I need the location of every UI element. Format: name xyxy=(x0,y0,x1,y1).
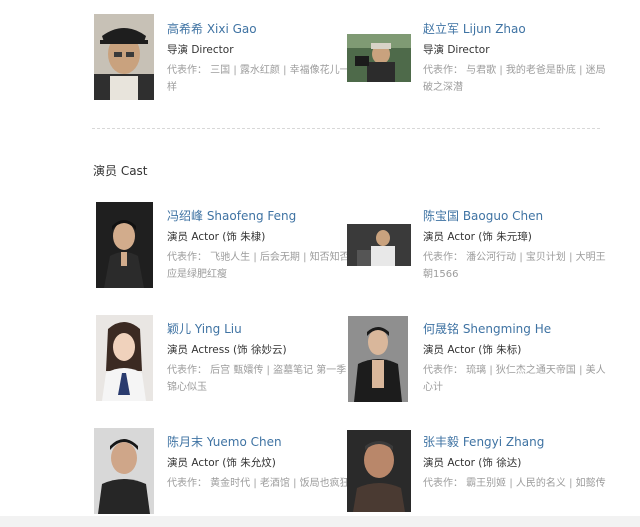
portrait-image xyxy=(347,34,411,82)
cast-works: 代表作： 霸王别姬 | 人民的名义 | 如懿传 xyxy=(423,478,606,489)
cast-name[interactable]: 陈月末 Yuemo Chen xyxy=(167,434,353,450)
portrait-image xyxy=(347,224,411,266)
cast-role: 演员 Actor (饰 朱棣) xyxy=(167,231,266,243)
cast-name[interactable]: 张丰毅 Fengyi Zhang xyxy=(423,434,609,450)
portrait-image xyxy=(348,316,408,402)
cast-role: 演员 Actor (饰 朱标) xyxy=(423,344,522,356)
portrait-image xyxy=(96,315,153,401)
cast-name[interactable]: 何晟铭 Shengming He xyxy=(423,321,609,337)
cast-photo[interactable] xyxy=(94,428,154,514)
portrait-image xyxy=(96,202,153,288)
cast-works: 代表作： 后宫 甄嬛传 | 盗墓笔记 第一季 | 锦心似玉 xyxy=(167,365,353,393)
cast-photo[interactable] xyxy=(96,315,153,401)
cast-role: 演员 Actor (饰 朱允炆) xyxy=(167,457,276,469)
portrait-image xyxy=(94,428,154,514)
cast-name[interactable]: 冯绍峰 Shaofeng Feng xyxy=(167,208,353,224)
page-bottom-bar xyxy=(0,516,640,527)
cast-role: 演员 Actress (饰 徐妙云) xyxy=(167,344,287,356)
director-works: 代表作： 三国 | 露水红颜 | 幸福像花儿一样 xyxy=(167,65,350,93)
cast-works: 代表作： 飞驰人生 | 后会无期 | 知否知否应是绿肥红瘦 xyxy=(167,252,350,280)
cast-photo[interactable] xyxy=(347,224,411,266)
cast-works: 代表作： 潘公河行动 | 宝贝计划 | 大明王朝1566 xyxy=(423,252,606,280)
cast-role: 演员 Actor (饰 朱元璋) xyxy=(423,231,532,243)
cast-section-title: 演员 Cast xyxy=(93,164,148,178)
director-photo[interactable] xyxy=(94,14,154,100)
director-photo[interactable] xyxy=(347,34,411,82)
section-divider xyxy=(92,128,600,129)
cast-works: 代表作： 琉璃 | 狄仁杰之通天帝国 | 美人心计 xyxy=(423,365,606,393)
cast-photo[interactable] xyxy=(96,202,153,288)
cast-name[interactable]: 陈宝国 Baoguo Chen xyxy=(423,208,609,224)
director-name[interactable]: 高希希 Xixi Gao xyxy=(167,21,353,37)
portrait-image xyxy=(94,14,154,100)
cast-role: 演员 Actor (饰 徐达) xyxy=(423,457,522,469)
portrait-image xyxy=(347,430,411,512)
cast-photo[interactable] xyxy=(348,316,408,402)
director-role: 导演 Director xyxy=(423,44,490,56)
cast-name[interactable]: 颖儿 Ying Liu xyxy=(167,321,353,337)
director-role: 导演 Director xyxy=(167,44,234,56)
director-works: 代表作： 与君歌 | 我的老爸是卧底 | 迷局破之深潜 xyxy=(423,65,606,93)
cast-works: 代表作： 黄金时代 | 老酒馆 | 饭局也疯狂 xyxy=(167,478,350,489)
cast-photo[interactable] xyxy=(347,430,411,512)
director-name[interactable]: 赵立军 Lijun Zhao xyxy=(423,21,609,37)
